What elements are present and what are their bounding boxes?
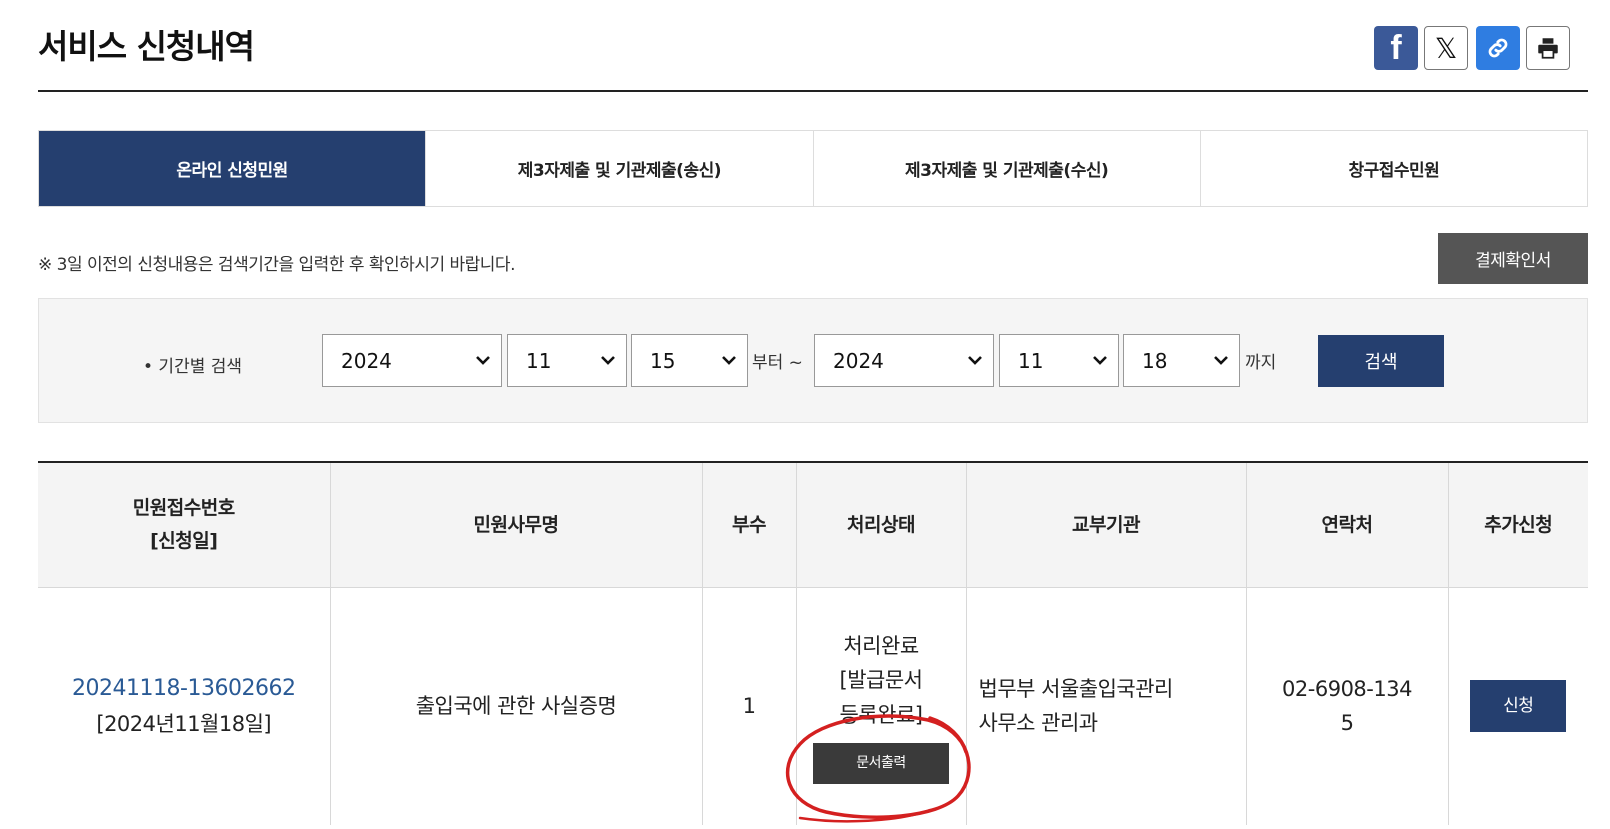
agency-line2: 사무소 관리과 bbox=[978, 711, 1099, 736]
facebook-share-button[interactable]: f bbox=[1374, 26, 1418, 70]
chevron-down-icon bbox=[722, 356, 736, 365]
tab-bar: 온라인 신청민원 제3자제출 및 기관제출(송신) 제3자제출 및 기관제출(수… bbox=[38, 130, 1588, 207]
x-share-button[interactable]: 𝕏 bbox=[1424, 26, 1468, 70]
to-day-value: 18 bbox=[1142, 348, 1168, 373]
header-service-name: 민원사무명 bbox=[329, 462, 702, 588]
facebook-icon: f bbox=[1390, 28, 1402, 67]
to-year-value: 2024 bbox=[833, 348, 884, 373]
to-month-select[interactable]: 11 bbox=[999, 334, 1119, 387]
service-name-cell: 출입국에 관한 사실증명 bbox=[329, 587, 702, 825]
status-cell: 처리완료 [발급문서 등록완료] 문서출력 bbox=[795, 587, 966, 825]
from-month-select[interactable]: 11 bbox=[507, 334, 627, 387]
from-year-value: 2024 bbox=[341, 348, 392, 373]
apply-button[interactable]: 신청 bbox=[1470, 680, 1567, 733]
header-copies: 부수 bbox=[701, 462, 796, 588]
agency-line1: 법무부 서울출입국관리 bbox=[978, 676, 1174, 701]
header-receipt-number: 민원접수번호 [신청일] bbox=[38, 462, 330, 588]
status-line1: 처리완료 bbox=[843, 633, 919, 658]
table-row: 20241118-13602662 [2024년11월18일] 출입국에 관한 … bbox=[38, 587, 1588, 825]
status-line3: 등록완료] bbox=[839, 703, 923, 728]
receipt-cell: 20241118-13602662 [2024년11월18일] bbox=[38, 587, 330, 825]
header-status: 처리상태 bbox=[795, 462, 966, 588]
header-issuing-agency: 교부기관 bbox=[965, 462, 1246, 588]
to-day-select[interactable]: 18 bbox=[1123, 334, 1240, 387]
to-year-select[interactable]: 2024 bbox=[814, 334, 994, 387]
table-header-row: 민원접수번호 [신청일] 민원사무명 부수 처리상태 교부기관 연락처 추가신청 bbox=[38, 462, 1588, 588]
receipt-number-link[interactable]: 20241118-13602662 bbox=[72, 676, 296, 701]
contact-line1: 02-6908-134 bbox=[1282, 676, 1412, 701]
chevron-down-icon bbox=[601, 356, 615, 365]
to-month-value: 11 bbox=[1018, 348, 1044, 373]
copies-cell: 1 bbox=[701, 587, 796, 825]
search-notice: ※ 3일 이전의 신청내용은 검색기간을 입력한 후 확인하시기 바랍니다. bbox=[38, 255, 515, 275]
from-month-value: 11 bbox=[526, 348, 552, 373]
contact-line2: 5 bbox=[1340, 711, 1354, 736]
application-date: [2024년11월18일] bbox=[96, 712, 272, 737]
tab-third-party-sent[interactable]: 제3자제출 및 기관제출(송신) bbox=[425, 131, 813, 206]
chevron-down-icon bbox=[476, 356, 490, 365]
page-title: 서비스 신청내역 bbox=[38, 27, 255, 66]
header-receipt-line2: [신청일] bbox=[150, 529, 218, 552]
title-divider bbox=[38, 90, 1588, 92]
document-print-button[interactable]: 문서출력 bbox=[813, 742, 949, 784]
from-day-select[interactable]: 15 bbox=[631, 334, 748, 387]
status-line2: [발급문서 bbox=[839, 668, 923, 693]
tab-online-applications[interactable]: 온라인 신청민원 bbox=[39, 131, 426, 206]
print-icon bbox=[1538, 38, 1558, 59]
period-search-label: • 기간별 검색 bbox=[143, 357, 243, 377]
agency-cell: 법무부 서울출입국관리 사무소 관리과 bbox=[965, 587, 1246, 825]
applications-table: 민원접수번호 [신청일] 민원사무명 부수 처리상태 교부기관 연락처 추가신청… bbox=[38, 461, 1588, 825]
link-icon bbox=[1488, 38, 1508, 58]
search-button[interactable]: 검색 bbox=[1318, 335, 1444, 387]
to-suffix: 까지 bbox=[1245, 353, 1277, 373]
x-icon: 𝕏 bbox=[1434, 32, 1458, 64]
header-receipt-line1: 민원접수번호 bbox=[132, 497, 235, 520]
header-additional-apply: 추가신청 bbox=[1447, 462, 1588, 588]
from-day-value: 15 bbox=[650, 348, 676, 373]
tab-counter-applications[interactable]: 창구접수민원 bbox=[1199, 131, 1587, 206]
chevron-down-icon bbox=[1093, 356, 1107, 365]
chevron-down-icon bbox=[968, 356, 982, 365]
contact-cell: 02-6908-134 5 bbox=[1245, 587, 1448, 825]
tab-third-party-received[interactable]: 제3자제출 및 기관제출(수신) bbox=[812, 131, 1200, 206]
additional-apply-cell: 신청 bbox=[1447, 587, 1588, 825]
from-year-select[interactable]: 2024 bbox=[322, 334, 502, 387]
chevron-down-icon bbox=[1214, 356, 1228, 365]
payment-confirmation-button[interactable]: 결제확인서 bbox=[1438, 233, 1588, 284]
copy-link-button[interactable] bbox=[1476, 26, 1520, 70]
header-contact: 연락처 bbox=[1245, 462, 1448, 588]
from-suffix: 부터 ~ bbox=[752, 353, 803, 373]
print-button[interactable] bbox=[1526, 26, 1570, 70]
